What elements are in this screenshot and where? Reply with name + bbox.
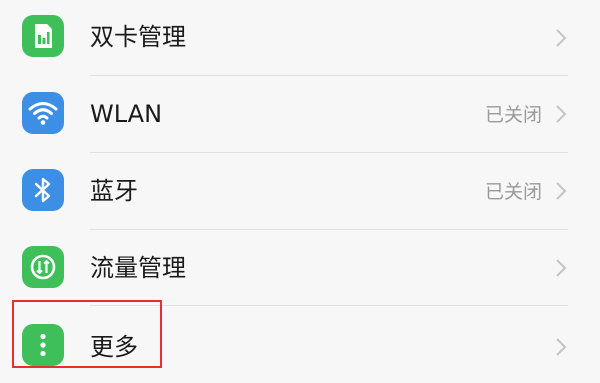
chevron-right-icon <box>556 259 567 277</box>
chevron-right-icon <box>556 29 567 47</box>
chevron-right-icon <box>556 182 567 200</box>
chevron-right-icon <box>556 338 567 356</box>
settings-item-label: 双卡管理 <box>90 23 186 51</box>
settings-item-label: 蓝牙 <box>90 177 138 205</box>
settings-list: 双卡管理 WLAN 已关闭 蓝牙 已关闭 流量管理 更多 <box>0 0 600 375</box>
settings-item-bluetooth[interactable]: 蓝牙 已关闭 <box>0 153 600 230</box>
chevron-right-icon <box>556 105 567 123</box>
data-usage-icon <box>22 246 64 288</box>
status-text: 已关闭 <box>484 104 542 126</box>
more-icon <box>22 324 64 366</box>
wifi-icon <box>22 92 64 134</box>
settings-item-wlan[interactable]: WLAN 已关闭 <box>0 76 600 153</box>
settings-item-dual-sim[interactable]: 双卡管理 <box>0 0 600 77</box>
settings-item-data-usage[interactable]: 流量管理 <box>0 230 600 307</box>
bluetooth-icon <box>22 169 64 211</box>
settings-item-label: WLAN <box>90 100 163 128</box>
settings-item-label: 更多 <box>90 333 138 361</box>
settings-item-more[interactable]: 更多 <box>0 306 600 383</box>
sim-card-icon <box>22 15 64 57</box>
status-text: 已关闭 <box>484 181 542 203</box>
settings-item-label: 流量管理 <box>90 254 186 282</box>
